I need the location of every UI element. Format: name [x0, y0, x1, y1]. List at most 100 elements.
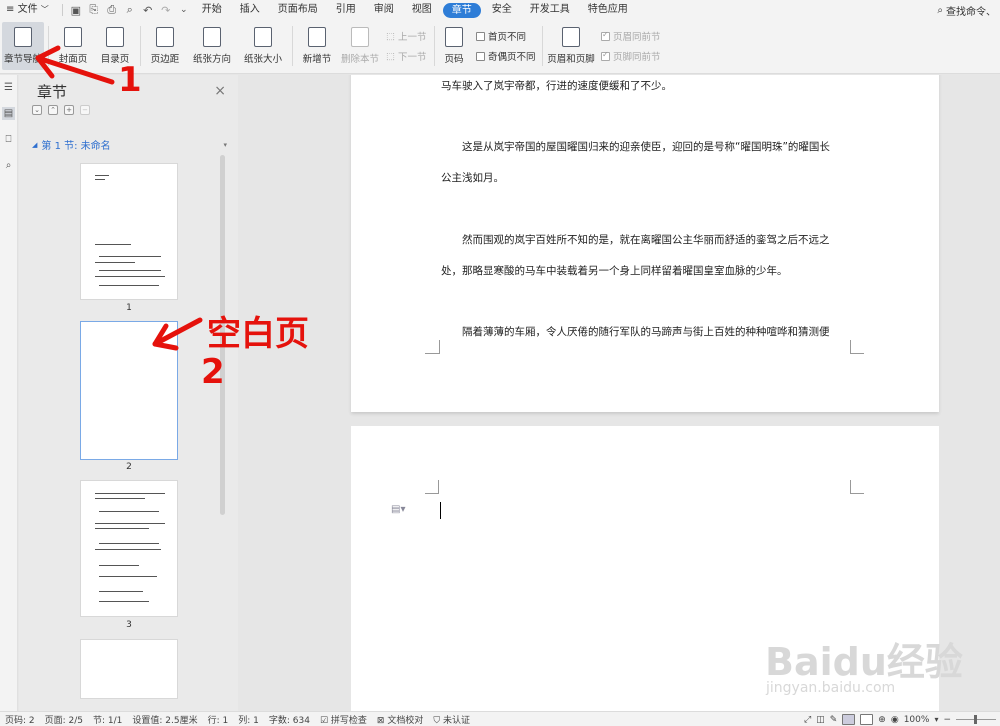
- text-line: [95, 528, 149, 529]
- customize-icon[interactable]: ⌄: [175, 0, 193, 20]
- certification-status[interactable]: ⛉ 未认证: [428, 713, 475, 726]
- text-line: [95, 276, 165, 277]
- delete-section-icon: [351, 27, 369, 47]
- add-section-icon[interactable]: +: [64, 105, 74, 115]
- outline-view-icon[interactable]: [860, 714, 874, 725]
- page-thumbnail[interactable]: [80, 163, 178, 300]
- outline-icon[interactable]: ☰: [2, 81, 15, 94]
- page-number-button[interactable]: 页码: [440, 22, 468, 70]
- paper-size-button[interactable]: 纸张大小: [240, 22, 286, 70]
- pen-icon[interactable]: ✎: [830, 715, 838, 725]
- page-view-icon[interactable]: [842, 714, 856, 725]
- chapter-icon[interactable]: ▤: [2, 107, 15, 120]
- eye-protection-icon[interactable]: ◉: [891, 715, 899, 725]
- zoom-slider[interactable]: [956, 715, 996, 724]
- chapter-nav-button[interactable]: 章节导航: [2, 22, 44, 70]
- section-label: 第 1 节: 未命名: [41, 141, 111, 152]
- zoom-out-icon[interactable]: −: [943, 715, 951, 725]
- text-line: [99, 565, 139, 566]
- footer-same-prev-label: 页脚同前节: [613, 52, 661, 63]
- annotation-step-2: 2: [201, 352, 225, 392]
- status-setting[interactable]: 设置值: 2.5厘米: [127, 713, 202, 726]
- status-row[interactable]: 行: 1: [203, 713, 234, 726]
- paper-size-icon: [254, 27, 272, 47]
- tab-references[interactable]: 引用: [327, 0, 365, 20]
- watermark-url: jingyan.baidu.com: [766, 680, 896, 696]
- section-header[interactable]: ◢ 第 1 节: 未命名 ▾: [32, 137, 227, 153]
- spell-check-label: 拼写检查: [330, 715, 367, 726]
- print-preview-icon[interactable]: ⌕: [121, 0, 139, 20]
- doc-proof-label: 文档校对: [387, 715, 424, 726]
- print-icon[interactable]: ⎙: [103, 0, 121, 20]
- footer-same-prev-checkbox[interactable]: 页脚同前节: [601, 48, 661, 64]
- paragraph-line: 公主浅如月。: [441, 172, 504, 184]
- margins-label: 页边距: [150, 54, 180, 65]
- find-replace-icon[interactable]: ⌕: [2, 159, 15, 172]
- text-line: [99, 543, 159, 544]
- web-view-icon[interactable]: ⊕: [878, 715, 886, 725]
- tab-special-apps[interactable]: 特色应用: [579, 0, 637, 20]
- text-line: [95, 262, 135, 263]
- text-line: [95, 175, 109, 176]
- header-same-prev-checkbox[interactable]: 页眉同前节: [601, 28, 661, 44]
- paragraph-layout-icon[interactable]: ▤▾: [391, 504, 405, 515]
- odd-even-diff-label: 奇偶页不同: [488, 52, 536, 63]
- redo-icon[interactable]: ↷: [157, 0, 175, 20]
- first-page-diff-checkbox[interactable]: 首页不同: [476, 28, 526, 44]
- save-icon[interactable]: ▣: [67, 0, 85, 20]
- reading-mode-icon[interactable]: ◫: [816, 715, 825, 725]
- tab-home[interactable]: 开始: [193, 0, 231, 20]
- document-area[interactable]: 马车驶入了岚宇帝都，行进的速度便缓和了不少。 这是从岚宇帝国的屋国曜国归来的迎亲…: [238, 75, 1000, 711]
- tab-developer[interactable]: 开发工具: [521, 0, 579, 20]
- page-number-label: 页码: [444, 54, 464, 65]
- next-section-button[interactable]: ⬚ 下一节: [386, 48, 427, 64]
- close-icon[interactable]: ×: [214, 83, 226, 99]
- odd-even-diff-checkbox[interactable]: 奇偶页不同: [476, 48, 536, 64]
- page-thumbnail-blank[interactable]: [80, 321, 178, 460]
- status-col[interactable]: 列: 1: [233, 713, 264, 726]
- document-page: 马车驶入了岚宇帝都，行进的速度便缓和了不少。 这是从岚宇帝国的屋国曜国归来的迎亲…: [351, 75, 939, 412]
- next-section-label: 下一节: [397, 52, 427, 63]
- undo-icon[interactable]: ↶: [139, 0, 157, 20]
- page-thumbnail[interactable]: [80, 639, 178, 699]
- status-section[interactable]: 节: 1/1: [88, 713, 127, 726]
- margins-button[interactable]: 页边距: [146, 22, 184, 70]
- delete-section-button[interactable]: 删除本节: [340, 22, 380, 70]
- cover-page-button[interactable]: 封面页: [54, 22, 92, 70]
- status-word-count[interactable]: 字数: 634: [264, 713, 315, 726]
- zoom-level[interactable]: 100%: [904, 715, 930, 725]
- expand-icon[interactable]: ⌃: [48, 105, 58, 115]
- checkbox-box: [601, 30, 610, 41]
- new-section-button[interactable]: 新增节: [298, 22, 336, 70]
- orientation-label: 纸张方向: [192, 54, 231, 65]
- tab-chapter[interactable]: 章节: [442, 2, 481, 18]
- prev-section-icon: ⬚: [386, 30, 395, 42]
- file-menu[interactable]: ≡ 文件 ﹀: [0, 0, 58, 20]
- page-thumbnail[interactable]: [80, 480, 178, 617]
- prev-section-button[interactable]: ⬚ 上一节: [386, 28, 427, 44]
- doc-proof-button[interactable]: ⊠ 文档校对: [372, 713, 428, 726]
- export-pdf-icon[interactable]: ⎘: [85, 0, 103, 20]
- bookmark-icon[interactable]: ⎕: [2, 133, 15, 146]
- command-search[interactable]: ⌕ 查找命令、: [937, 0, 1000, 20]
- remove-section-icon[interactable]: −: [80, 105, 90, 115]
- cover-page-icon: [64, 27, 82, 47]
- tab-review[interactable]: 审阅: [365, 0, 403, 20]
- status-page-number[interactable]: 页码: 2: [0, 713, 40, 726]
- chevron-down-icon[interactable]: ▾: [223, 141, 227, 149]
- spell-check-toggle[interactable]: ☑ 拼写检查: [315, 713, 372, 726]
- status-page-count[interactable]: 页面: 2/5: [40, 713, 88, 726]
- divider: [292, 26, 293, 66]
- chevron-down-icon[interactable]: ▾: [934, 715, 938, 724]
- tab-view[interactable]: 视图: [403, 0, 441, 20]
- tab-security[interactable]: 安全: [483, 0, 521, 20]
- header-same-prev-label: 页眉同前节: [613, 32, 661, 43]
- fullscreen-icon[interactable]: ⤢: [804, 715, 811, 725]
- tab-page-layout[interactable]: 页面布局: [269, 0, 327, 20]
- header-footer-button[interactable]: 页眉和页脚: [546, 22, 596, 70]
- command-search-placeholder: 查找命令、: [946, 6, 996, 18]
- spell-check-icon: ☑: [319, 715, 329, 726]
- collapse-icon[interactable]: ⌄: [32, 105, 42, 115]
- tab-insert[interactable]: 插入: [231, 0, 269, 20]
- orientation-button[interactable]: 纸张方向: [189, 22, 235, 70]
